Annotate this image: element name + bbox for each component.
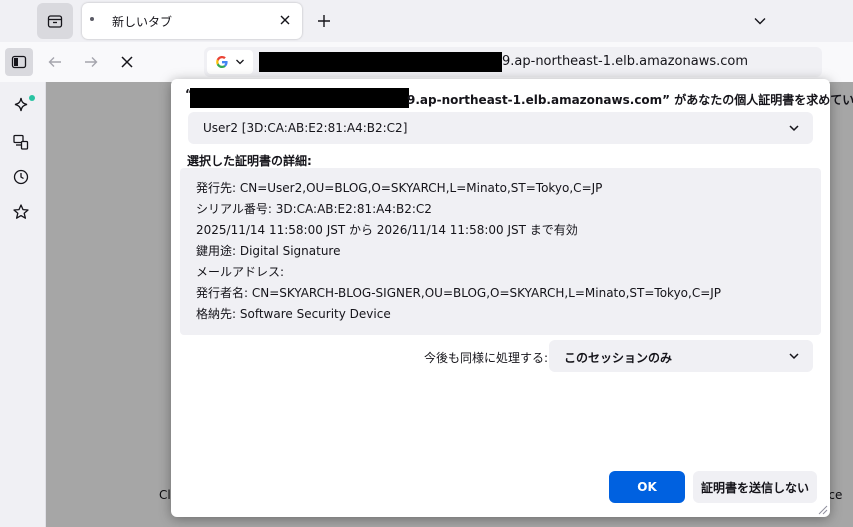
ok-button[interactable]: OK bbox=[609, 471, 685, 503]
detail-validity: 2025/11/14 11:58:00 JST から 2026/11/14 11… bbox=[196, 223, 578, 237]
synced-tabs-icon bbox=[13, 134, 29, 150]
plus-icon bbox=[318, 15, 330, 27]
resize-grip-icon[interactable] bbox=[816, 503, 828, 515]
bookmark-star-icon bbox=[13, 204, 29, 219]
google-icon bbox=[216, 56, 228, 68]
forward-arrow-icon bbox=[85, 57, 98, 67]
stop-button[interactable] bbox=[113, 48, 141, 76]
chevron-down-icon bbox=[789, 353, 799, 360]
history-icon bbox=[13, 169, 29, 185]
stop-icon bbox=[121, 56, 133, 68]
sidebar-item-history[interactable] bbox=[8, 164, 34, 190]
hostname-redaction bbox=[190, 88, 409, 108]
sidebar-item-synced-tabs[interactable] bbox=[8, 129, 34, 155]
details-heading: 選択した証明書の詳細: bbox=[187, 154, 312, 168]
new-tab-button[interactable] bbox=[312, 9, 336, 33]
forward-button[interactable] bbox=[77, 48, 105, 76]
sidebar-icon bbox=[11, 55, 27, 69]
tab-new-tab[interactable]: 新しいタブ bbox=[82, 3, 302, 39]
sparkle-icon bbox=[14, 97, 28, 112]
close-icon bbox=[280, 15, 290, 25]
sidebar-toggle-button[interactable] bbox=[5, 48, 33, 76]
search-engine-button[interactable] bbox=[207, 50, 253, 74]
sidebar-item-bookmarks[interactable] bbox=[8, 199, 34, 225]
firefox-view-icon bbox=[47, 15, 63, 28]
remember-decision-value: このセッションのみ bbox=[564, 351, 673, 365]
detail-issued-to: 発行先: CN=User2,OU=BLOG,O=SKYARCH,L=Minato… bbox=[196, 181, 603, 195]
tab-close-button[interactable] bbox=[274, 9, 296, 31]
tab-strip: 新しいタブ bbox=[0, 0, 853, 42]
remember-decision-select[interactable]: このセッションのみ bbox=[549, 340, 813, 372]
dialog-prompt: 9.ap-northeast-1.elb.amazonaws.com” があなた… bbox=[407, 93, 853, 107]
remember-decision-label: 今後も同様に処理する: bbox=[424, 351, 549, 365]
certificate-select-value: User2 [3D:CA:AB:E2:81:A4:B2:C2] bbox=[203, 121, 408, 135]
tab-title: 新しいタブ bbox=[112, 15, 173, 29]
chevron-down-icon bbox=[789, 125, 799, 132]
sidebar bbox=[0, 82, 45, 527]
certificate-select[interactable]: User2 [3D:CA:AB:E2:81:A4:B2:C2] bbox=[188, 112, 813, 144]
url-redaction bbox=[259, 52, 502, 72]
select-arrow bbox=[787, 121, 801, 135]
detail-issuer: 発行者名: CN=SKYARCH-BLOG-SIGNER,OU=BLOG,O=S… bbox=[196, 286, 722, 300]
dont-send-certificate-button[interactable]: 証明書を送信しない bbox=[693, 471, 817, 503]
sidebar-item-ai-chatbot[interactable] bbox=[8, 92, 35, 118]
chevron-down-icon bbox=[754, 18, 766, 25]
detail-serial-number: シリアル番号: 3D:CA:AB:E2:81:A4:B2:C2 bbox=[196, 202, 432, 216]
tab-loading-indicator bbox=[90, 17, 94, 21]
chevron-down-icon bbox=[236, 59, 244, 65]
detail-email: メールアドレス: bbox=[196, 265, 285, 279]
navigation-toolbar: 9.ap-northeast-1.elb.amazonaws.com bbox=[0, 42, 853, 82]
client-certificate-dialog: “ 9.ap-northeast-1.elb.amazonaws.com” があ… bbox=[171, 79, 853, 517]
url-text: 9.ap-northeast-1.elb.amazonaws.com bbox=[502, 54, 748, 69]
detail-stored-on: 格納先: Software Security Device bbox=[196, 307, 391, 321]
detail-key-usage: 鍵用途: Digital Signature bbox=[196, 244, 341, 258]
select-arrow bbox=[787, 349, 801, 363]
certificate-details: 発行先: CN=User2,OU=BLOG,O=SKYARCH,L=Minato… bbox=[180, 168, 821, 335]
firefox-view-button[interactable] bbox=[37, 3, 73, 39]
list-all-tabs-button[interactable] bbox=[748, 9, 772, 33]
notification-dot bbox=[29, 95, 35, 101]
back-arrow-icon bbox=[48, 57, 61, 67]
url-bar[interactable]: 9.ap-northeast-1.elb.amazonaws.com bbox=[204, 47, 822, 77]
back-button[interactable] bbox=[41, 48, 69, 76]
